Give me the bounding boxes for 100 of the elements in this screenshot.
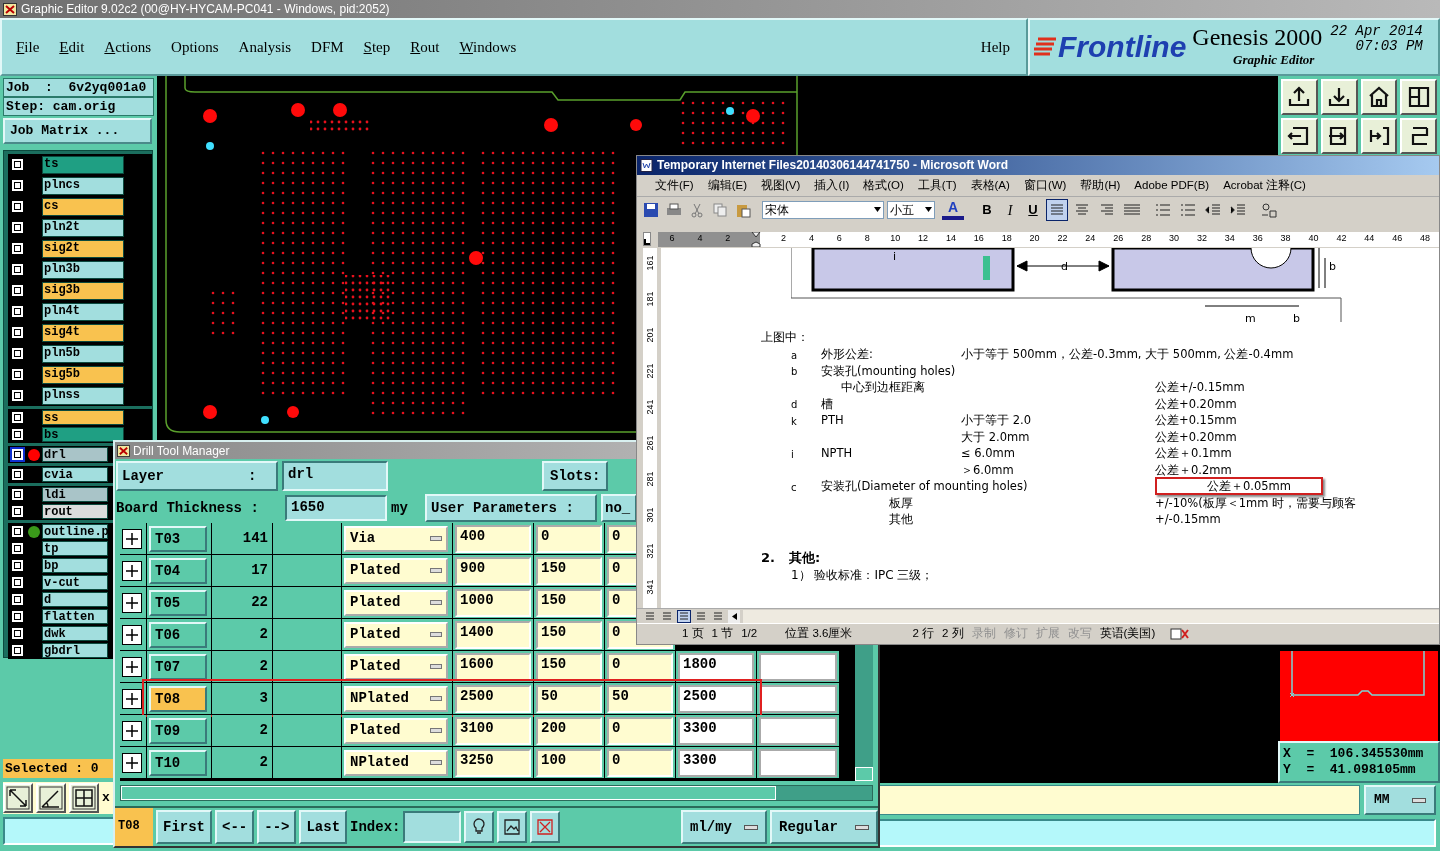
layer-toggle[interactable] — [10, 283, 25, 298]
type-dropdown[interactable]: NPlated — [344, 749, 448, 776]
menu-item[interactable]: Adobe PDF(B) — [1134, 176, 1210, 194]
tool-button[interactable]: T06 — [149, 621, 207, 648]
scroll-left-button[interactable] — [728, 609, 740, 623]
layer-name[interactable]: plnss — [42, 386, 124, 405]
menu-item[interactable]: Step — [363, 35, 391, 59]
layer-name[interactable]: pln5b — [42, 344, 124, 363]
menu-item[interactable]: Edit — [59, 35, 85, 59]
tool-button[interactable] — [36, 783, 66, 813]
layer-name[interactable]: rout — [42, 504, 108, 519]
menu-item[interactable]: Rout — [410, 35, 440, 59]
format-button[interactable] — [1046, 198, 1068, 221]
tool-button[interactable] — [69, 783, 99, 813]
finish-size-field[interactable]: 400 — [455, 524, 531, 553]
menu-item[interactable]: 插入(I) — [814, 176, 850, 194]
finish-size-field[interactable]: 3100 — [455, 716, 531, 745]
menu-item[interactable]: 编辑(E) — [707, 176, 748, 194]
expand-button[interactable] — [122, 656, 142, 677]
expand-button[interactable] — [122, 752, 142, 773]
drill-size-field[interactable]: 3300 — [678, 716, 754, 745]
menu-item[interactable]: File — [16, 35, 40, 59]
underline-button[interactable]: U — [1023, 199, 1043, 220]
finish-size-field[interactable]: 1400 — [455, 620, 531, 649]
layer-toggle[interactable] — [10, 157, 25, 172]
layer-toggle[interactable] — [10, 447, 25, 462]
layer-name[interactable]: pln3b — [42, 260, 124, 279]
layer-name[interactable]: bp — [42, 558, 108, 573]
layer-toggle[interactable] — [10, 643, 25, 658]
type-dropdown[interactable]: Plated — [344, 621, 448, 648]
mode-dropdown[interactable]: Regular — [770, 810, 878, 844]
plus-tolerance-field[interactable]: 100 — [536, 748, 602, 777]
layer-name[interactable]: sig4t — [42, 323, 124, 342]
layer-toggle[interactable] — [10, 575, 25, 590]
expand-button[interactable] — [122, 560, 142, 581]
view-button[interactable] — [677, 609, 691, 623]
layer-toggle[interactable] — [10, 558, 25, 573]
layer-toggle[interactable] — [10, 541, 25, 556]
horizontal-scrollbar[interactable] — [120, 785, 873, 801]
layer-name[interactable]: sig5b — [42, 365, 124, 384]
finish-size-field[interactable]: 3250 — [455, 748, 531, 777]
menu-item[interactable]: Help — [980, 35, 1010, 59]
plus-tolerance-field[interactable]: 150 — [536, 588, 602, 617]
layer-name[interactable]: tp — [42, 541, 108, 556]
expand-button[interactable] — [122, 720, 142, 741]
drill-size-field[interactable]: 2500 — [678, 684, 754, 713]
layer-name[interactable]: cvia — [42, 467, 108, 482]
layer-field[interactable]: drl — [282, 461, 388, 491]
nav-button[interactable]: Last — [299, 810, 348, 844]
plus-tolerance-field[interactable]: 50 — [536, 684, 602, 713]
layer-name[interactable]: sig3b — [42, 281, 124, 300]
layer-name[interactable]: ldi — [42, 487, 108, 502]
layer-toggle[interactable] — [10, 504, 25, 519]
layer-name[interactable]: d — [42, 592, 108, 607]
minus-tolerance-field[interactable]: 0 — [607, 748, 673, 777]
nav-button[interactable]: <-- — [215, 810, 255, 844]
expand-button[interactable] — [122, 528, 142, 549]
layer-toggle[interactable] — [10, 241, 25, 256]
finish-size-field[interactable]: 1000 — [455, 588, 531, 617]
layer-toggle[interactable] — [10, 178, 25, 193]
layer-name[interactable]: bs — [42, 427, 124, 442]
layer-name[interactable]: v-cut — [42, 575, 108, 590]
minus-tolerance-field[interactable]: 50 — [607, 684, 673, 713]
plus-tolerance-field[interactable]: 150 — [536, 652, 602, 681]
drill-size-field[interactable]: 1800 — [678, 652, 754, 681]
layer-name[interactable]: cs — [42, 197, 124, 216]
font-dropdown[interactable]: 宋体 — [762, 200, 884, 219]
tab-selector[interactable] — [643, 232, 652, 246]
finish-size-field[interactable]: 900 — [455, 556, 531, 585]
layer-toggle[interactable] — [10, 524, 25, 539]
thickness-field[interactable]: 1650 — [285, 495, 387, 521]
bold-button[interactable]: B — [977, 199, 997, 220]
layer-toggle[interactable] — [10, 609, 25, 624]
menu-item[interactable]: Acrobat 注释(C) — [1223, 176, 1306, 194]
layer-toggle[interactable] — [10, 592, 25, 607]
text-field[interactable] — [759, 716, 837, 745]
layer-toggle[interactable] — [10, 262, 25, 277]
menu-item[interactable]: 工具(T) — [917, 176, 957, 194]
units-dropdown[interactable]: MM — [1364, 785, 1436, 815]
type-dropdown[interactable]: NPlated — [344, 685, 448, 712]
layer-name[interactable]: ss — [42, 410, 124, 425]
drill-size-field[interactable]: 3300 — [678, 748, 754, 777]
expand-button[interactable] — [122, 592, 142, 613]
type-dropdown[interactable]: Plated — [344, 557, 448, 584]
layer-toggle[interactable] — [10, 367, 25, 382]
layer-name[interactable]: plncs — [42, 176, 124, 195]
text-field[interactable] — [759, 652, 837, 681]
text-field[interactable] — [759, 684, 837, 713]
layer-toggle[interactable] — [10, 467, 25, 482]
tool-button[interactable]: T03 — [149, 525, 207, 552]
tool-button[interactable]: T04 — [149, 557, 207, 584]
tool-button[interactable] — [3, 783, 33, 813]
plus-tolerance-field[interactable]: 200 — [536, 716, 602, 745]
layer-name[interactable]: flatten — [42, 609, 108, 624]
layer-name[interactable]: pln2t — [42, 218, 124, 237]
layer-toggle[interactable] — [10, 388, 25, 403]
layer-toggle[interactable] — [10, 626, 25, 641]
layer-toggle[interactable] — [10, 346, 25, 361]
type-dropdown[interactable]: Via — [344, 525, 448, 552]
menu-item[interactable]: Options — [171, 35, 219, 59]
